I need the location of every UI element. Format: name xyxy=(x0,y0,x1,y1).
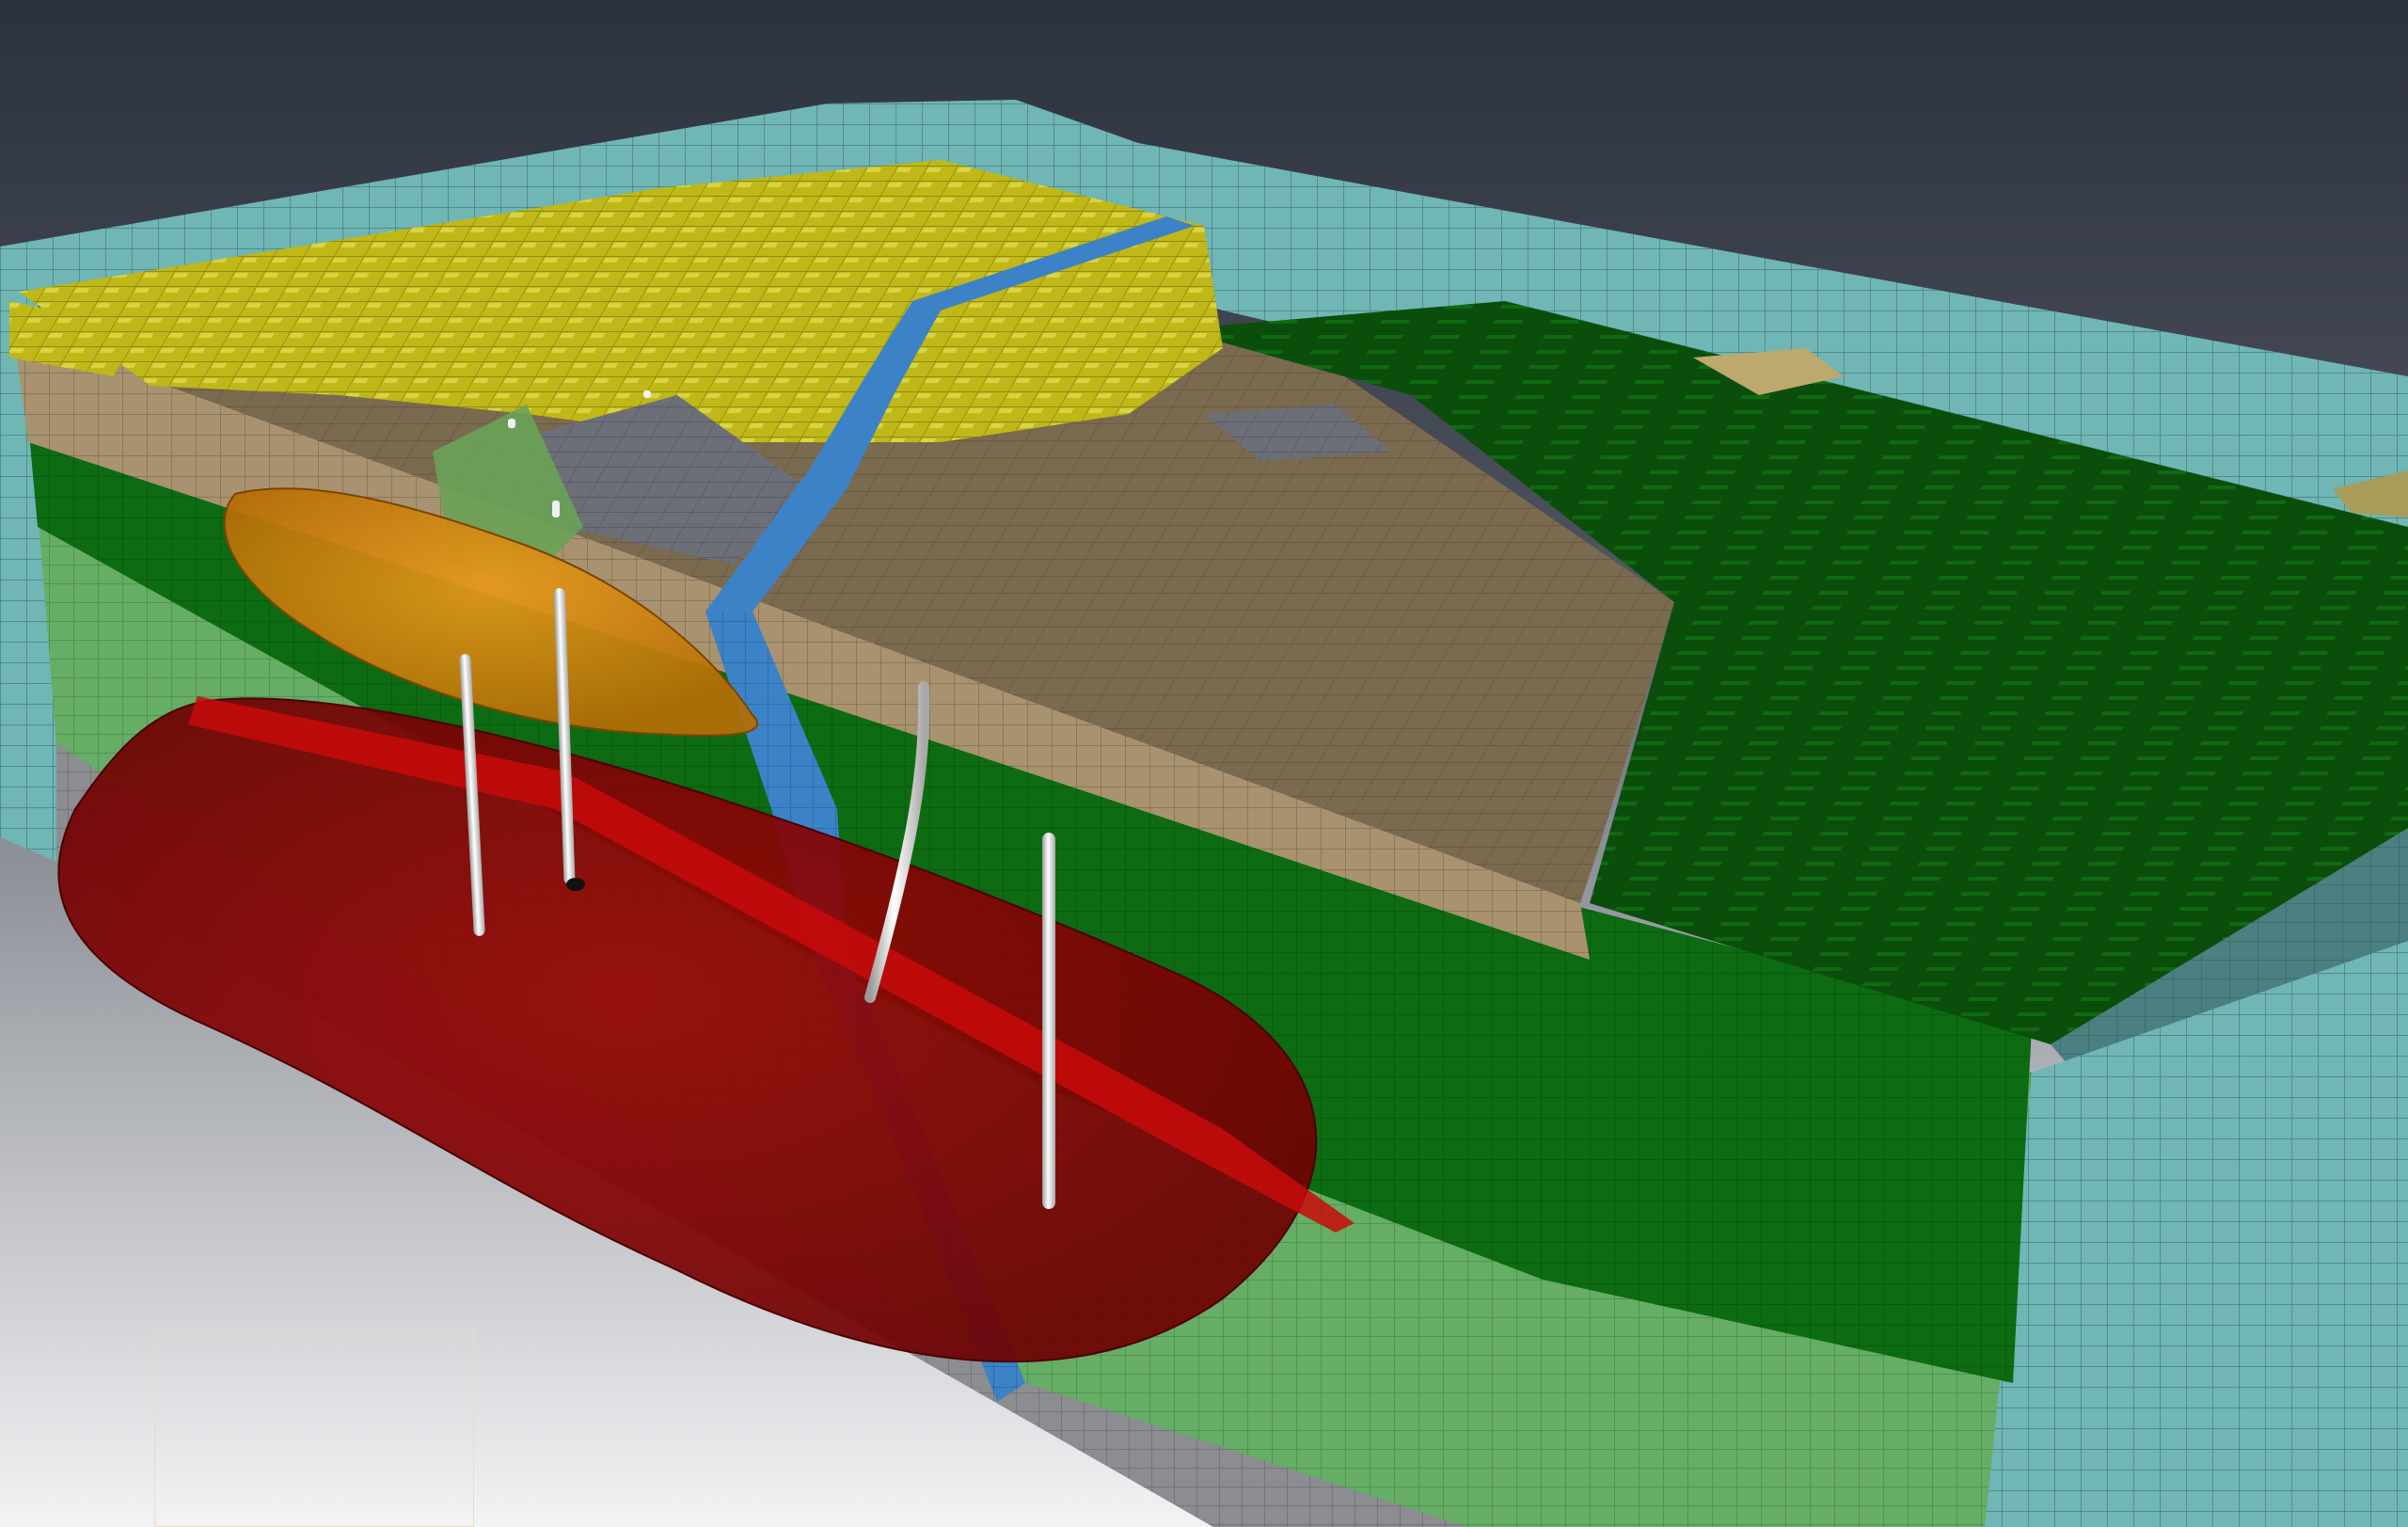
reservoir-model-scene[interactable] xyxy=(0,0,2408,1527)
well-5[interactable] xyxy=(552,501,560,517)
well-4[interactable] xyxy=(1042,833,1055,1209)
legend-frame xyxy=(154,1329,474,1527)
3d-viewport[interactable] xyxy=(0,0,2408,1527)
